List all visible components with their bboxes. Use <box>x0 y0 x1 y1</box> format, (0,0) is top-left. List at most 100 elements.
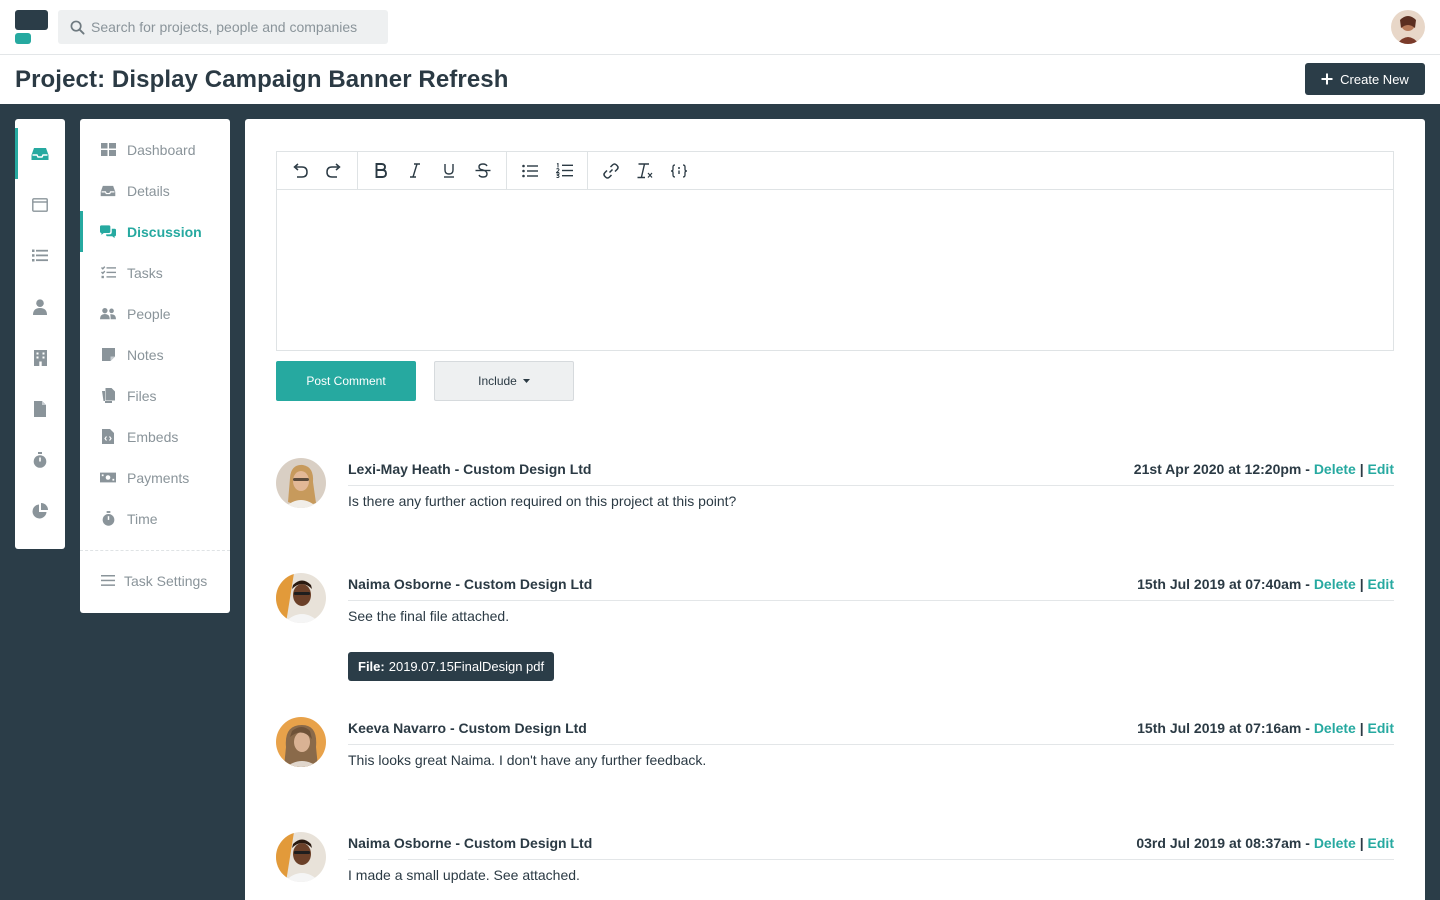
file-icon <box>34 400 46 417</box>
icon-rail <box>15 119 65 549</box>
subnav-label: Tasks <box>127 264 163 281</box>
rail-item-companies[interactable] <box>15 332 65 383</box>
stopwatch-icon <box>33 451 47 468</box>
comment-text: I made a small update. See attached. <box>348 867 580 883</box>
rail-item-people[interactable] <box>15 281 65 332</box>
rail-item-documents[interactable] <box>15 383 65 434</box>
create-new-button[interactable]: Create New <box>1305 63 1425 95</box>
subnav-item-time[interactable]: Time <box>80 498 230 539</box>
delete-link[interactable]: Delete <box>1314 720 1356 736</box>
post-comment-button[interactable]: Post Comment <box>276 361 416 401</box>
subnav-label: People <box>127 305 171 322</box>
comment-header: Naima Osborne - Custom Design Ltd 03rd J… <box>348 835 1394 860</box>
subnav-item-dashboard[interactable]: Dashboard <box>80 129 230 170</box>
search-input[interactable] <box>91 19 381 35</box>
subnav-item-details[interactable]: Details <box>80 170 230 211</box>
comment-author: Naima Osborne - Custom Design Ltd <box>348 835 593 851</box>
file-prefix: File: <box>358 659 385 674</box>
building-icon <box>33 349 47 366</box>
delete-link[interactable]: Delete <box>1314 576 1356 592</box>
money-icon <box>100 470 116 486</box>
comment-text: Is there any further action required on … <box>348 493 737 509</box>
include-dropdown[interactable]: Include <box>434 361 574 401</box>
delete-link[interactable]: Delete <box>1314 461 1356 477</box>
comment-author: Lexi-May Heath - Custom Design Ltd <box>348 461 592 477</box>
project-subnav: Dashboard Details Discussion Tasks Peopl… <box>80 119 230 613</box>
caret-down-icon <box>522 379 530 383</box>
plus-icon <box>1321 73 1333 85</box>
rail-item-reports[interactable] <box>15 485 65 536</box>
comment-date: 15th Jul 2019 at 07:16am <box>1137 720 1302 736</box>
underline-icon[interactable] <box>432 156 466 186</box>
comment-header: Naima Osborne - Custom Design Ltd 15th J… <box>348 576 1394 601</box>
link-icon[interactable] <box>594 156 628 186</box>
comment-text: This looks great Naima. I don't have any… <box>348 752 707 768</box>
subnav-label: Embeds <box>127 428 179 445</box>
subnav-label: Discussion <box>127 223 202 240</box>
rail-item-projects[interactable] <box>15 128 65 179</box>
search-box[interactable] <box>58 10 388 44</box>
comments-icon <box>100 224 116 240</box>
comment-date: 21st Apr 2020 at 12:20pm <box>1133 461 1302 477</box>
include-label: Include <box>478 374 517 388</box>
subnav-item-embeds[interactable]: Embeds <box>80 416 230 457</box>
comment-text: See the final file attached. <box>348 608 510 624</box>
subnav-label: Notes <box>127 346 164 363</box>
undo-icon[interactable] <box>283 156 317 186</box>
subnav-item-tasks[interactable]: Tasks <box>80 252 230 293</box>
subnav-item-people[interactable]: People <box>80 293 230 334</box>
file-name: 2019.07.15FinalDesign pdf <box>388 659 545 674</box>
subnav-divider <box>80 550 230 551</box>
edit-link[interactable]: Edit <box>1368 576 1394 592</box>
menu-icon <box>100 573 116 589</box>
edit-link[interactable]: Edit <box>1368 461 1394 477</box>
subnav-item-discussion[interactable]: Discussion <box>80 211 230 252</box>
window-icon <box>32 197 48 212</box>
numbered-list-icon[interactable] <box>547 156 581 186</box>
rail-item-windows[interactable] <box>15 179 65 230</box>
note-icon <box>100 347 116 363</box>
comment-textarea[interactable] <box>277 190 1393 350</box>
user-avatar[interactable] <box>1391 10 1425 44</box>
subnav-item-payments[interactable]: Payments <box>80 457 230 498</box>
strikethrough-icon[interactable] <box>466 156 500 186</box>
italic-icon[interactable] <box>398 156 432 186</box>
list-icon <box>32 249 48 262</box>
subnav-label: Dashboard <box>127 141 196 158</box>
rail-item-time[interactable] <box>15 434 65 485</box>
comment-author: Naima Osborne - Custom Design Ltd <box>348 576 593 592</box>
subnav-label: Payments <box>127 469 190 486</box>
tasks-icon <box>100 265 116 281</box>
edit-link[interactable]: Edit <box>1368 835 1394 851</box>
avatar <box>276 458 326 508</box>
inbox-icon <box>100 183 116 199</box>
files-icon <box>100 388 116 404</box>
rail-item-list[interactable] <box>15 230 65 281</box>
top-bar <box>0 0 1440 55</box>
search-icon <box>70 20 85 35</box>
clear-format-icon[interactable] <box>628 156 662 186</box>
users-icon <box>100 306 116 322</box>
subnav-label: Details <box>127 182 170 199</box>
app-logo[interactable] <box>15 10 48 44</box>
comment-header: Keeva Navarro - Custom Design Ltd 15th J… <box>348 720 1394 745</box>
main-area: Dashboard Details Discussion Tasks Peopl… <box>0 104 1440 900</box>
editor-toolbar <box>277 151 1393 190</box>
attached-file-chip[interactable]: File: 2019.07.15FinalDesign pdf <box>348 652 555 681</box>
bullet-list-icon[interactable] <box>513 156 547 186</box>
create-new-label: Create New <box>1340 71 1409 87</box>
subnav-item-notes[interactable]: Notes <box>80 334 230 375</box>
delete-link[interactable]: Delete <box>1314 835 1356 851</box>
stopwatch-icon <box>100 511 116 527</box>
code-icon[interactable] <box>662 156 696 186</box>
subnav-item-task-settings[interactable]: Task Settings <box>80 560 230 601</box>
grid-icon <box>100 142 116 158</box>
redo-icon[interactable] <box>317 156 351 186</box>
discussion-panel: Post Comment Include Lexi-May Heath - Cu… <box>245 119 1425 900</box>
bold-icon[interactable] <box>364 156 398 186</box>
edit-link[interactable]: Edit <box>1368 720 1394 736</box>
title-bar: Project: Display Campaign Banner Refresh… <box>0 55 1440 104</box>
comment-editor <box>276 151 1394 351</box>
subnav-item-files[interactable]: Files <box>80 375 230 416</box>
inbox-icon <box>31 147 49 160</box>
